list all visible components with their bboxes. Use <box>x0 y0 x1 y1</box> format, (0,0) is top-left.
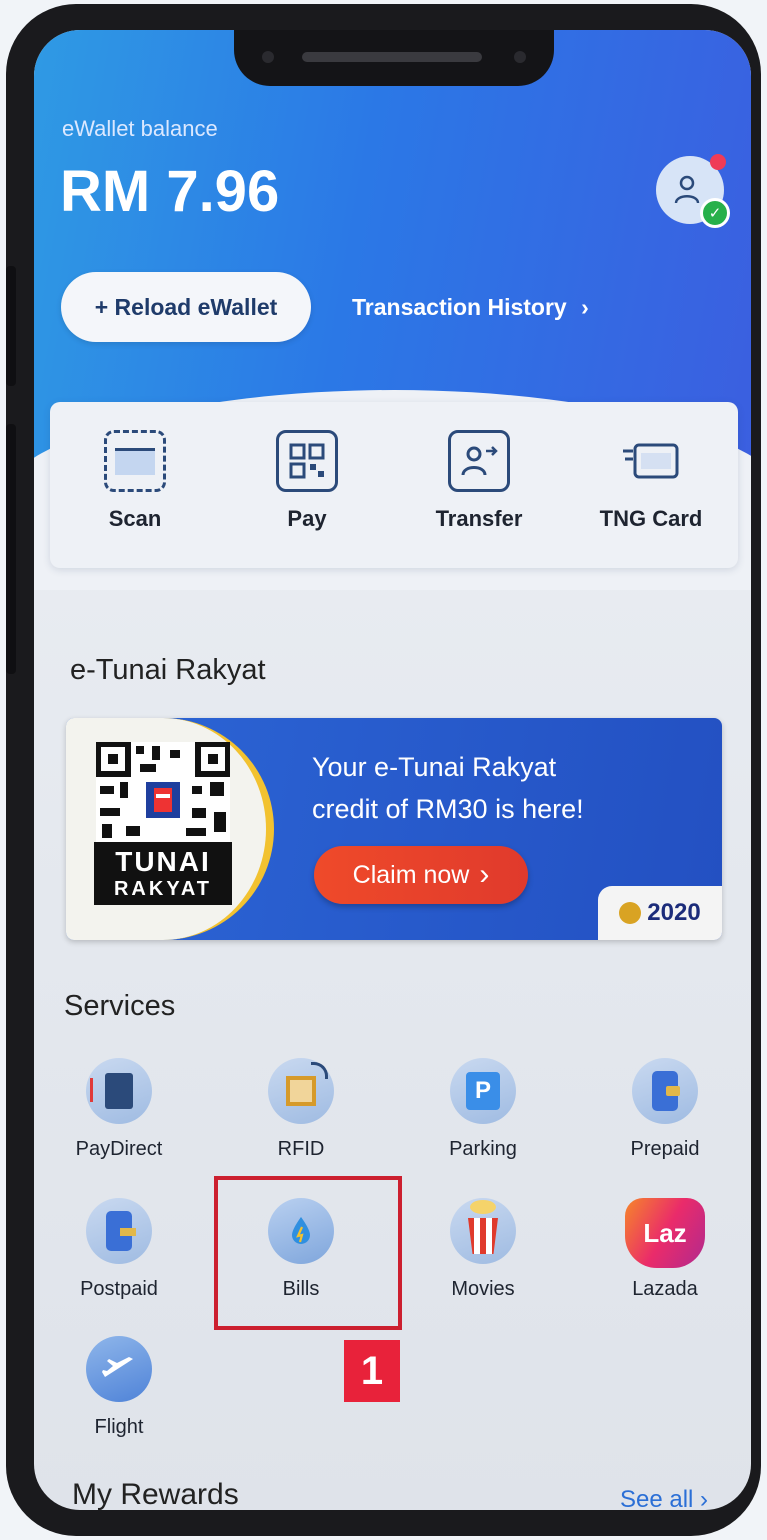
notification-dot <box>710 154 726 170</box>
transaction-history-link[interactable]: Transaction History › <box>352 294 589 321</box>
etunai-section-title: e-Tunai Rakyat <box>70 654 266 686</box>
postpaid-icon <box>86 1198 152 1264</box>
phone-frame: eWallet balance RM 7.96 ✓ + Reload eWall… <box>6 4 761 1536</box>
prepaid-icon <box>632 1058 698 1124</box>
verified-shield-icon: ✓ <box>700 198 730 228</box>
service-label: Parking <box>449 1138 517 1160</box>
tunai-rakyat-logo: TUNAI RAKYAT <box>94 842 232 905</box>
see-all-rewards-link[interactable]: See all › <box>620 1486 708 1510</box>
phone-notch <box>234 30 554 86</box>
service-lazada[interactable]: Laz Lazada <box>590 1198 740 1301</box>
quick-action-transfer[interactable]: Transfer <box>404 430 554 532</box>
etunai-logo-panel: TUNAI RAKYAT <box>66 718 274 940</box>
scan-icon <box>104 430 166 492</box>
quick-action-pay[interactable]: Pay <box>232 430 382 532</box>
quick-action-label: Scan <box>108 506 162 531</box>
reload-ewallet-button[interactable]: + Reload eWallet <box>61 272 311 342</box>
banner-line-1: Your e-Tunai Rakyat <box>312 752 557 782</box>
service-postpaid[interactable]: Postpaid <box>44 1198 194 1301</box>
banner-line-2: credit of RM30 is here! <box>312 794 584 824</box>
quick-action-tng-card[interactable]: TNG Card <box>576 430 726 532</box>
service-label: Lazada <box>632 1278 698 1300</box>
flight-icon <box>86 1336 152 1402</box>
user-icon <box>674 175 700 204</box>
services-section-title: Services <box>64 990 176 1022</box>
transfer-icon <box>448 430 510 492</box>
service-prepaid[interactable]: Prepaid <box>590 1058 740 1161</box>
service-label: Movies <box>451 1278 515 1300</box>
profile-avatar[interactable]: ✓ <box>656 154 730 228</box>
service-label: Flight <box>94 1416 144 1438</box>
year-badge: 2020 <box>598 886 722 940</box>
service-label: PayDirect <box>75 1138 163 1160</box>
rfid-icon <box>268 1058 334 1124</box>
etunai-banner[interactable]: TUNAI RAKYAT Your e-Tunai Rakyat credit … <box>66 718 722 940</box>
quick-action-label: Pay <box>287 506 327 531</box>
paydirect-icon <box>86 1058 152 1124</box>
rewards-section-title: My Rewards <box>72 1478 239 1510</box>
bills-highlight-box <box>214 1176 402 1330</box>
transaction-history-label: Transaction History <box>352 294 567 320</box>
balance-amount: RM 7.96 <box>60 159 280 224</box>
speaker-grille <box>302 52 482 62</box>
parking-icon: P <box>450 1058 516 1124</box>
logo-line-2: RAKYAT <box>113 878 212 900</box>
balance-label: eWallet balance <box>62 116 218 141</box>
service-movies[interactable]: Movies <box>408 1198 558 1301</box>
phone-side-button <box>6 424 16 674</box>
quick-actions-card: Scan Pay Transfer TNG Card <box>50 402 738 568</box>
camera-icon <box>262 51 274 63</box>
crest-icon <box>619 902 642 924</box>
badge-year: 2020 <box>647 899 701 926</box>
parking-glyph: P <box>466 1072 500 1110</box>
chevron-right-icon: › <box>479 858 490 891</box>
lazada-icon: Laz <box>625 1198 705 1268</box>
service-flight[interactable]: Flight <box>44 1336 194 1439</box>
quick-action-label: TNG Card <box>599 506 703 531</box>
claim-now-button[interactable]: Claim now › <box>314 846 528 904</box>
quick-action-label: Transfer <box>435 506 523 531</box>
qr-pay-icon <box>276 430 338 492</box>
phone-side-button <box>6 266 16 386</box>
service-label: RFID <box>277 1138 325 1160</box>
service-label: Prepaid <box>630 1138 700 1160</box>
service-paydirect[interactable]: PayDirect <box>44 1058 194 1161</box>
step-number-badge: 1 <box>344 1340 400 1402</box>
movies-icon <box>450 1198 516 1264</box>
tng-card-icon <box>620 430 682 492</box>
banner-message: Your e-Tunai Rakyat credit of RM30 is he… <box>312 746 584 830</box>
claim-now-label: Claim now <box>352 860 470 889</box>
chevron-right-icon: › <box>581 294 589 320</box>
service-label: Postpaid <box>80 1278 158 1300</box>
sensor-icon <box>514 51 526 63</box>
quick-action-scan[interactable]: Scan <box>60 430 210 532</box>
logo-line-1: TUNAI <box>115 846 211 877</box>
lazada-glyph: Laz <box>643 1217 687 1248</box>
service-rfid[interactable]: RFID <box>226 1058 376 1161</box>
qr-code-icon <box>96 742 230 842</box>
app-screen: eWallet balance RM 7.96 ✓ + Reload eWall… <box>34 30 751 1510</box>
service-parking[interactable]: P Parking <box>408 1058 558 1161</box>
